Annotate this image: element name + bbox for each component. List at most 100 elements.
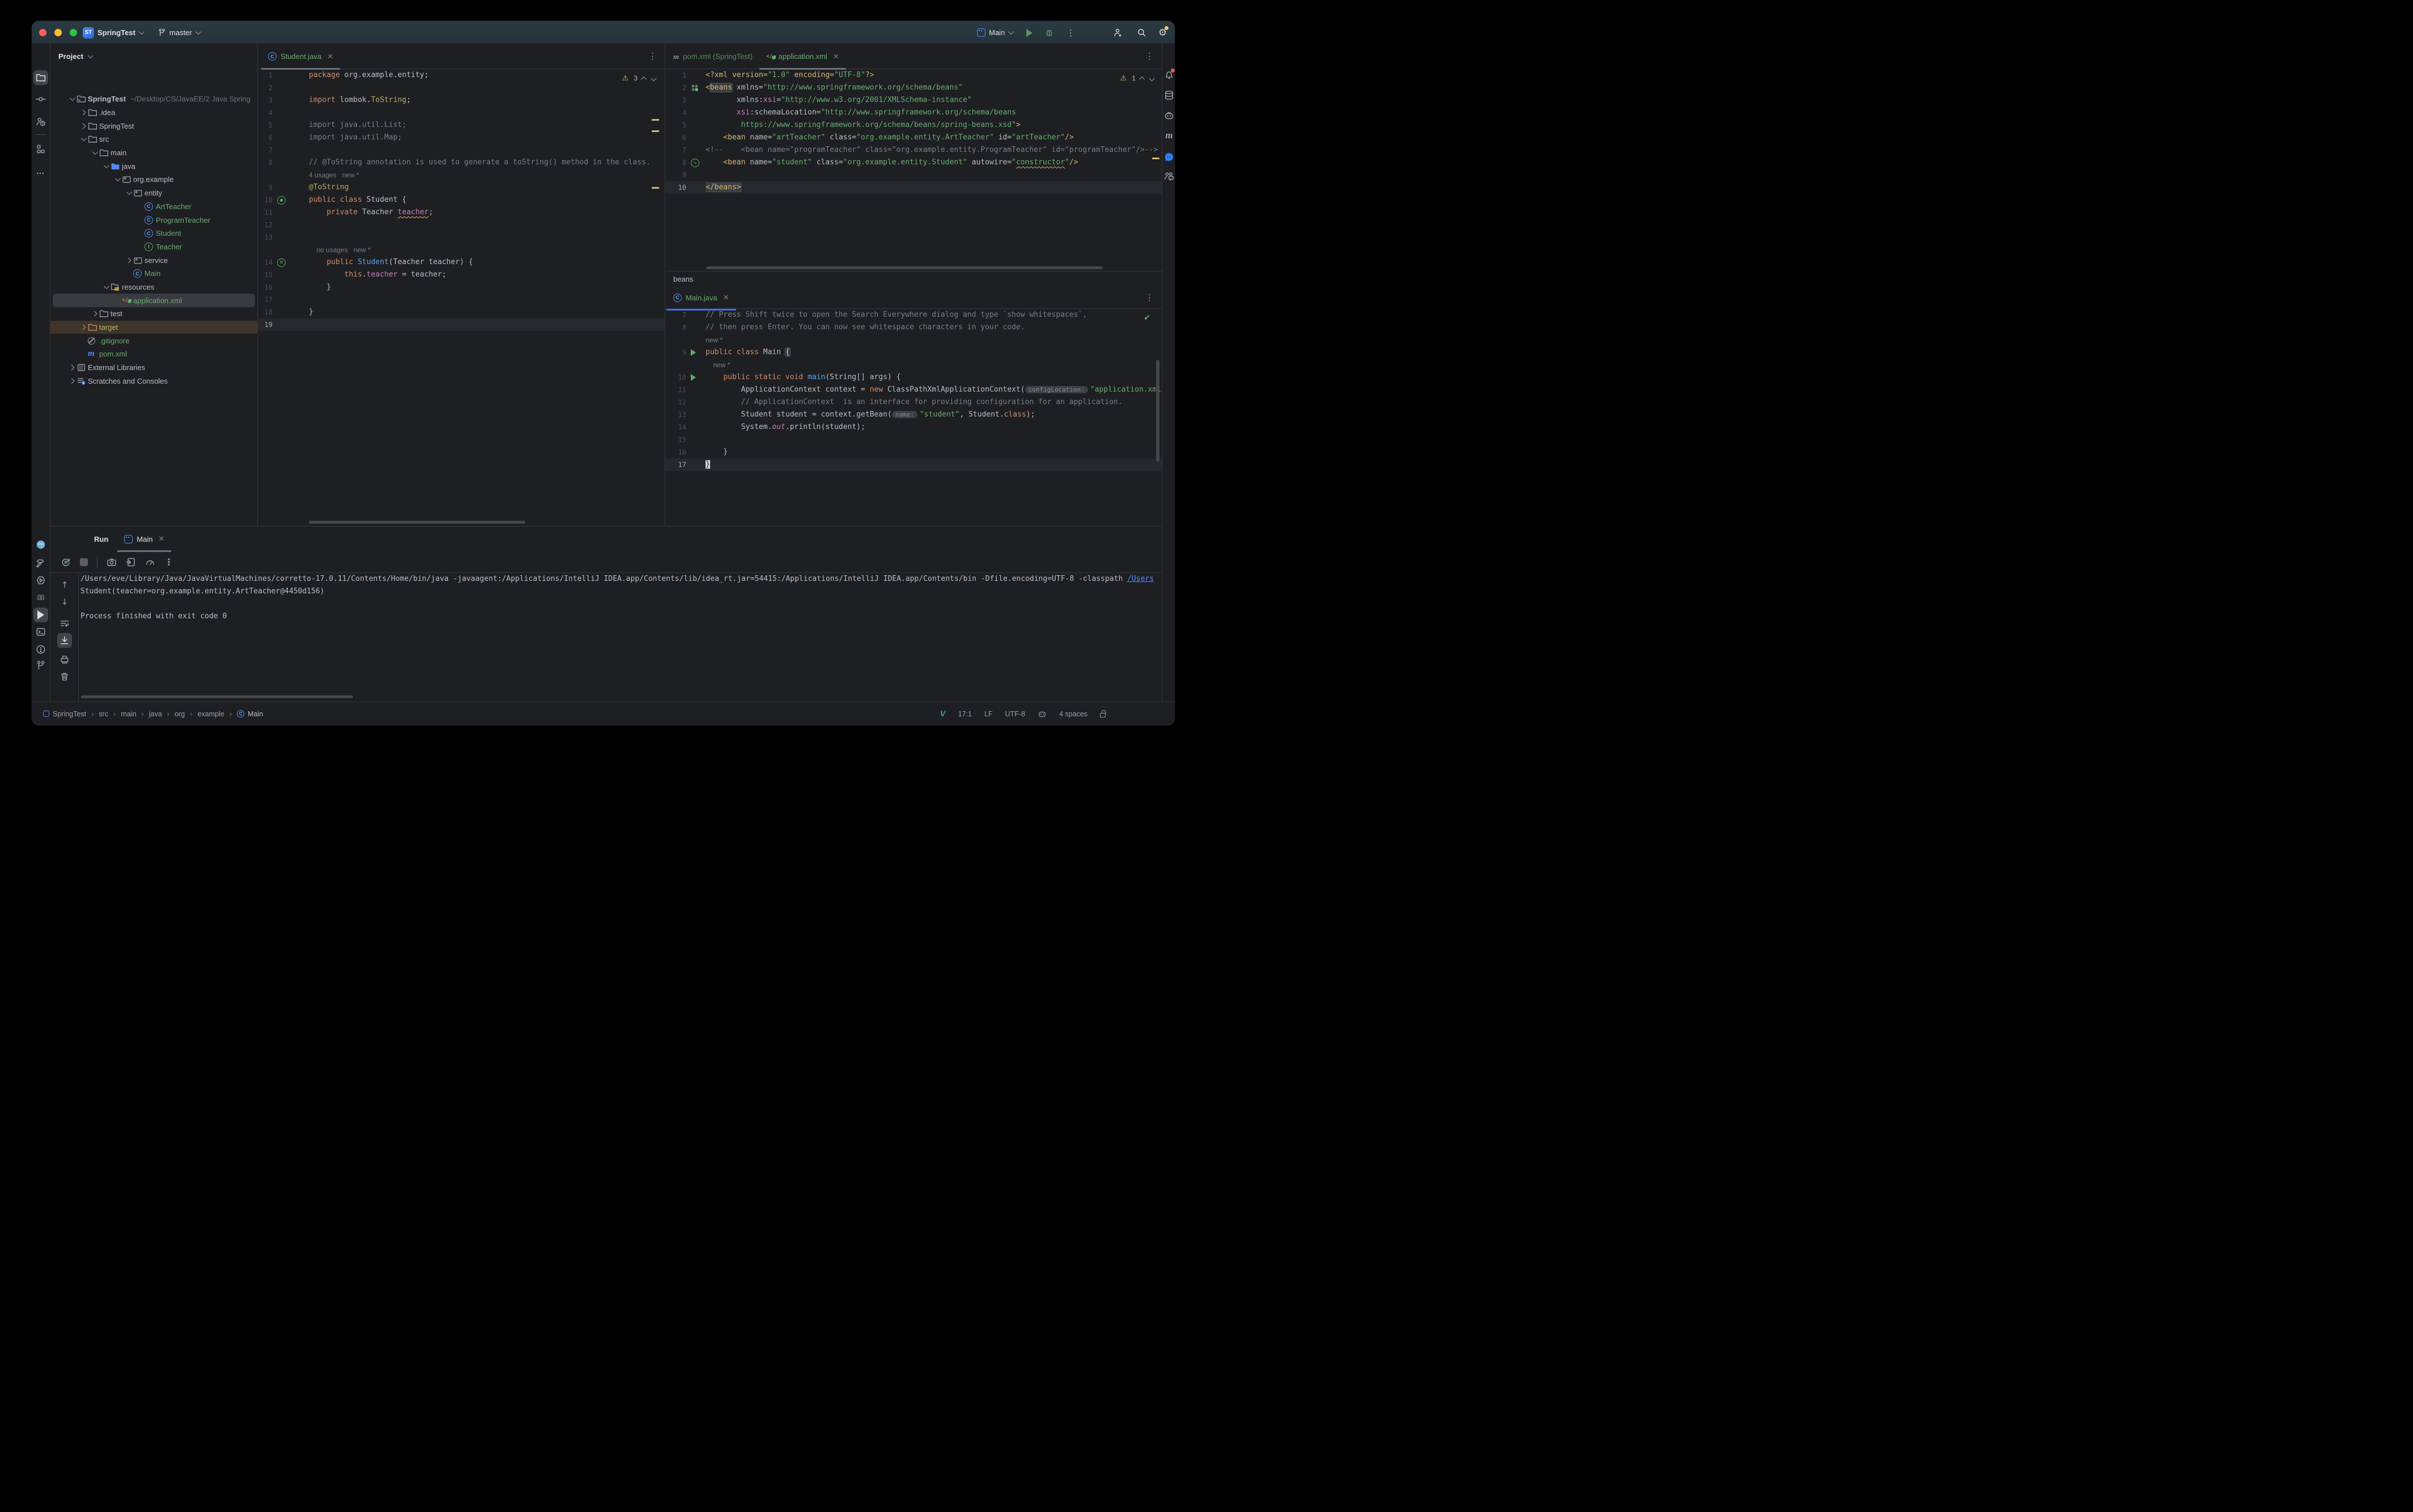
tree-item-teacher[interactable]: I Teacher xyxy=(50,240,257,254)
stop-button[interactable] xyxy=(80,558,88,566)
lock-open-icon[interactable] xyxy=(1100,713,1106,717)
more-actions-button[interactable]: ⋮ xyxy=(1067,21,1075,44)
caret-position[interactable]: 17:1 xyxy=(958,710,972,718)
tree-item-main[interactable]: C Main xyxy=(50,267,257,281)
notifications-icon[interactable] xyxy=(1162,67,1175,82)
expand-chevron-icon[interactable] xyxy=(78,109,88,116)
clear-button[interactable] xyxy=(57,669,72,684)
tab-options-icon[interactable]: ⋮ xyxy=(648,51,657,61)
v-scrollbar-main[interactable] xyxy=(1156,360,1159,462)
code-main-java[interactable]: 7// Press Shift twice to open the Search… xyxy=(665,309,1162,526)
settings-button[interactable]: ⚙ xyxy=(1158,21,1169,44)
project-widget[interactable]: ST SpringTest xyxy=(83,21,145,44)
project-folder-icon[interactable] xyxy=(33,70,48,85)
bean-navigate-gutter-icon[interactable]: ↘ xyxy=(691,158,699,167)
run-gutter-icon[interactable] xyxy=(691,374,696,381)
tree-item-org-example[interactable]: org.example xyxy=(50,173,257,186)
next-warning-icon[interactable] xyxy=(651,75,657,81)
import-results-button[interactable] xyxy=(126,557,136,567)
code-application-xml[interactable]: 1 <?xml version="1.0" encoding="UTF-8"?> 2… xyxy=(665,69,1162,271)
expand-chevron-icon[interactable] xyxy=(123,189,133,196)
tree-item-student[interactable]: C Student xyxy=(50,227,257,240)
next-warning-icon[interactable] xyxy=(1149,75,1155,81)
run-gutter-icon[interactable] xyxy=(691,349,696,356)
prev-warning-icon[interactable] xyxy=(1139,76,1145,82)
prev-warning-icon[interactable] xyxy=(641,76,647,82)
version-control-icon[interactable] xyxy=(33,658,48,673)
close-icon[interactable]: ✕ xyxy=(158,534,164,543)
run-console[interactable]: /Users/eve/Library/Java/JavaVirtualMachi… xyxy=(80,573,1162,702)
maximize-window-button[interactable] xyxy=(70,29,77,36)
structure-icon[interactable] xyxy=(33,142,48,156)
warning-stripe-mark[interactable] xyxy=(652,130,659,132)
breadcrumb-item-springtest[interactable]: SpringTest xyxy=(43,710,86,718)
build-hammer-icon[interactable] xyxy=(33,556,48,571)
expand-chevron-icon[interactable] xyxy=(66,364,77,371)
tree-item--idea[interactable]: .idea xyxy=(50,106,257,120)
tree-item-springtest[interactable]: SpringTest xyxy=(50,119,257,133)
tree-item-scratches-and-consoles[interactable]: Scratches and Consoles xyxy=(50,374,257,388)
expand-chevron-icon[interactable] xyxy=(89,311,99,317)
minimize-window-button[interactable] xyxy=(54,29,62,36)
run-tab-main[interactable]: Main ✕ xyxy=(117,526,172,552)
expand-chevron-icon[interactable] xyxy=(89,149,99,155)
commit-icon[interactable] xyxy=(33,92,48,107)
tab-pom-xml[interactable]: m pom.xml (SpringTest) xyxy=(666,44,759,69)
profiler-button[interactable] xyxy=(145,557,155,567)
editor-right-group[interactable]: m pom.xml (SpringTest) </ application.xm… xyxy=(665,44,1162,526)
warning-stripe-mark[interactable] xyxy=(652,119,659,121)
tree-item-artteacher[interactable]: C ArtTeacher xyxy=(50,200,257,214)
tree-item-test[interactable]: test xyxy=(50,307,257,321)
spring-bean-method-gutter-icon[interactable]: m xyxy=(277,258,286,267)
spring-bean-gutter-icon[interactable] xyxy=(277,196,286,205)
problems-icon[interactable] xyxy=(33,642,48,657)
search-everywhere-button[interactable] xyxy=(1137,21,1146,44)
warning-stripe-mark[interactable] xyxy=(652,187,659,189)
expand-chevron-icon[interactable] xyxy=(123,257,133,264)
soft-wrap-button[interactable] xyxy=(57,616,72,631)
copilot-icon[interactable] xyxy=(1038,710,1047,719)
breadcrumb-item-example[interactable]: example xyxy=(198,710,224,718)
scroll-to-end-button[interactable] xyxy=(57,633,72,648)
xml-breadcrumb[interactable]: beans xyxy=(673,275,693,283)
expand-chevron-icon[interactable] xyxy=(78,324,88,330)
tree-item-main[interactable]: main xyxy=(50,146,257,160)
tree-item-java[interactable]: java xyxy=(50,159,257,173)
tree-item-application-xml[interactable]: </application.xml xyxy=(50,294,257,307)
plugin-mascot-icon[interactable] xyxy=(33,537,48,552)
run-icon[interactable] xyxy=(33,608,48,622)
tree-item-target[interactable]: target xyxy=(50,320,257,334)
inspections-ok-icon[interactable]: ✔ xyxy=(1144,313,1150,322)
breadcrumb-item-main[interactable]: main xyxy=(121,710,136,718)
tree-item--gitignore[interactable]: .gitignore xyxy=(50,334,257,347)
expand-chevron-icon[interactable] xyxy=(66,95,77,101)
expand-chevron-icon[interactable] xyxy=(100,283,111,290)
indent-setting[interactable]: 4 spaces xyxy=(1059,710,1087,718)
file-encoding[interactable]: UTF-8 xyxy=(1005,710,1025,718)
pull-requests-icon[interactable] xyxy=(33,114,48,129)
debug-button[interactable] xyxy=(1044,21,1054,44)
branch-widget[interactable]: master xyxy=(158,21,201,44)
breadcrumb-item-src[interactable]: src xyxy=(99,710,108,718)
ai-assistant-icon[interactable] xyxy=(1162,150,1175,164)
code-with-me-icon[interactable] xyxy=(1162,169,1175,184)
database-icon[interactable] xyxy=(1162,88,1175,103)
tree-item-entity[interactable]: entity xyxy=(50,186,257,200)
vim-plugin-icon[interactable]: V xyxy=(940,709,946,719)
print-button[interactable] xyxy=(57,652,72,667)
breadcrumb-item-org[interactable]: org xyxy=(175,710,185,718)
project-panel-header[interactable]: Project xyxy=(58,52,94,61)
tree-item-pom-xml[interactable]: m pom.xml xyxy=(50,347,257,361)
tab-options-icon[interactable]: ⋮ xyxy=(1145,51,1154,61)
close-window-button[interactable] xyxy=(39,29,46,36)
close-icon[interactable]: ✕ xyxy=(833,52,839,61)
run-button[interactable] xyxy=(1026,21,1033,44)
frames-icon[interactable] xyxy=(33,590,48,605)
more-button[interactable]: ⋮ xyxy=(164,557,173,568)
terminal-icon[interactable] xyxy=(33,625,48,639)
copilot-icon[interactable] xyxy=(1162,108,1175,123)
run-config-widget[interactable]: Main xyxy=(977,21,1014,44)
expand-chevron-icon[interactable] xyxy=(78,135,88,142)
arrow-up-button[interactable]: ↑ xyxy=(57,577,72,592)
tab-application-xml[interactable]: </ application.xml ✕ xyxy=(759,44,846,70)
